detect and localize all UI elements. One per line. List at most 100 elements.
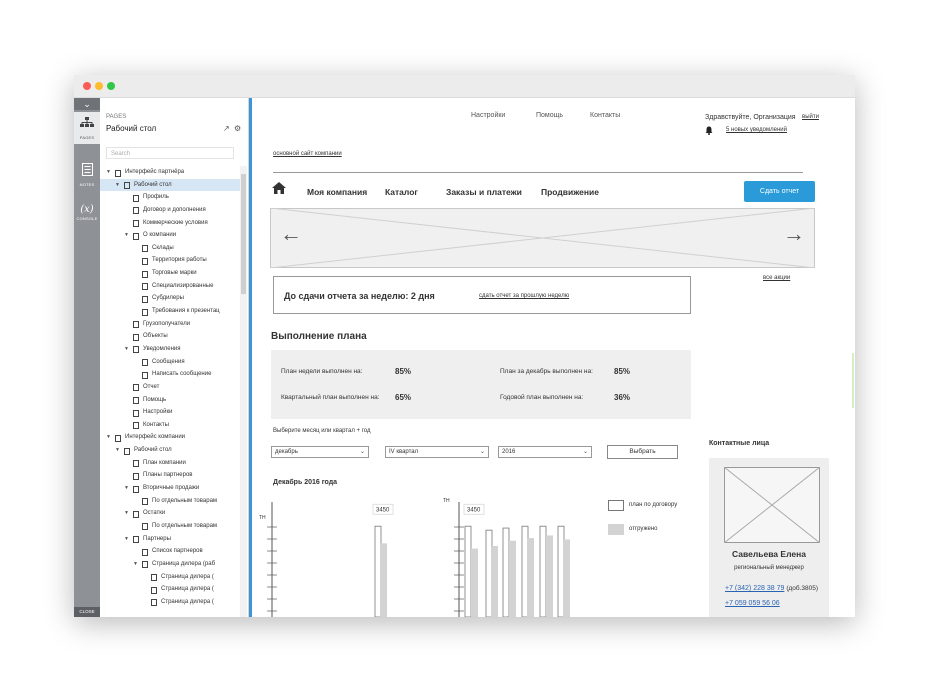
tree-item[interactable]: ▼ Уведомления [100,343,240,356]
tree-item[interactable]: ▼ Рабочий стол [100,178,240,192]
top-link-contacts[interactable]: Контакты [590,112,620,119]
tree-item[interactable]: Настройки [100,406,240,419]
tree-item[interactable]: По отдельным товарам [100,520,240,533]
tree-item[interactable]: Страница дилера ( [100,583,240,596]
contact-phone-2[interactable]: +7 059 059 56 06 [725,600,780,607]
settings-icon[interactable]: ⚙ [234,124,241,133]
tree-expand-arrow-icon[interactable]: ▼ [124,343,129,356]
contact-phone-1[interactable]: +7 (342) 228 38 79 (доб.3805) [725,585,818,592]
tree-item[interactable]: Написать сообщение [100,368,240,381]
tree-item-label: Грузополучатели [143,320,191,327]
page-doc-icon [124,182,130,190]
submit-report-button[interactable]: Сдать отчет [744,181,815,202]
carousel-prev-arrow-icon[interactable]: ← [280,221,302,247]
tree-item[interactable]: ▼ Рабочий стол [100,444,240,457]
tree-expand-arrow-icon[interactable]: ▼ [106,166,111,179]
tree-item[interactable]: ▼ Интерфейс партнёра [100,166,240,179]
tree-item[interactable]: Страница дилера ( [100,571,240,584]
submit-last-week-link[interactable]: сдать отчет за прошлую неделю [479,293,569,299]
choose-period-button[interactable]: Выбрать [607,445,678,459]
tree-item[interactable]: Склады [100,242,240,255]
tree-item[interactable]: Коммерческие условия [100,217,240,230]
plan-week-label: План недели выполнен на: [281,368,363,375]
company-site-link[interactable]: основной сайт компании [273,151,342,157]
tree-item[interactable]: Грузополучатели [100,318,240,331]
pages-tool[interactable]: PAGES [74,112,100,144]
close-panel-button[interactable]: CLOSE [74,607,100,617]
tree-item[interactable]: Отчет [100,381,240,394]
tree-item[interactable]: Сообщения [100,356,240,369]
console-tool[interactable]: (x) CONSOLE [74,202,100,230]
tree-item-label: Настройки [143,409,173,416]
tree-item[interactable]: Территория работы [100,254,240,267]
tree-item[interactable]: По отдельным товарам [100,495,240,508]
page-doc-icon [133,194,139,202]
month-select[interactable]: декабрь ⌄ [271,446,369,458]
contact-phone-1-number[interactable]: +7 (342) 228 38 79 [725,585,784,592]
export-icon[interactable]: ↗ [223,124,230,133]
tree-scrollbar-thumb[interactable] [241,174,246,294]
tree-scrollbar[interactable] [240,166,247,617]
tree-item[interactable]: ▼ Страница дилера (раб [100,558,240,571]
tree-item-label: По отдельным товарам [152,497,218,504]
page-doc-icon [124,447,130,455]
close-window-button[interactable] [83,82,91,90]
tree-item[interactable]: Объекты [100,330,240,343]
tree-item[interactable]: Страница дилера ( [100,596,240,609]
tree-item[interactable]: Помощь [100,394,240,407]
tree-item[interactable]: ▼ О компании [100,229,240,242]
top-link-help[interactable]: Помощь [536,112,563,119]
collapse-chevron-icon[interactable]: ⌄ [74,98,100,110]
tree-item[interactable]: ▼ Интерфейс компании [100,431,240,444]
tree-item[interactable]: Договор и дополнения [100,204,240,217]
tree-item[interactable]: Список партнеров [100,545,240,558]
tree-item[interactable]: ▼ Остатки [100,507,240,520]
tree-expand-arrow-icon[interactable]: ▼ [133,558,138,571]
tree-expand-arrow-icon[interactable]: ▼ [124,533,129,546]
tree-item[interactable]: Субдилеры [100,292,240,305]
shipped-bar [563,539,570,617]
page-doc-icon [151,599,157,607]
all-promotions-link[interactable]: все акции [763,275,790,281]
nav-my-company[interactable]: Моя компания [307,187,367,197]
page-search-input[interactable]: Search [106,147,234,159]
tree-item[interactable]: Контакты [100,419,240,432]
tree-item[interactable]: ▼ Вторичные продажи [100,482,240,495]
tree-item[interactable]: Профиль [100,191,240,204]
nav-promotion[interactable]: Продвижение [541,187,599,197]
tree-expand-arrow-icon[interactable]: ▼ [115,179,120,192]
tree-expand-arrow-icon[interactable]: ▼ [106,431,111,444]
carousel-next-arrow-icon[interactable]: → [783,221,805,247]
top-link-settings[interactable]: Настройки [471,112,505,119]
minimize-window-button[interactable] [95,82,103,90]
home-icon[interactable] [272,182,286,194]
logout-link[interactable]: выйти [802,114,819,120]
notifications-link[interactable]: 5 новых уведомлений [726,127,787,133]
tool-iconbar: ⌄ PAGES NOTES (x) CONSOLE CLOSE [74,98,100,617]
tree-item[interactable]: Специализированные [100,280,240,293]
maximize-window-button[interactable] [107,82,115,90]
bell-icon[interactable] [705,126,713,135]
tree-item[interactable]: План компании [100,457,240,470]
nav-catalog[interactable]: Каталог [385,187,418,197]
period-hint: Выберите месяц или квартал + год [273,428,371,434]
tree-item[interactable]: Требования к презентац [100,305,240,318]
year-select[interactable]: 2016 ⌄ [498,446,592,458]
contact-photo-placeholder [724,467,820,543]
chevron-down-icon: ⌄ [479,449,485,455]
nav-orders-payments[interactable]: Заказы и платежи [446,187,522,197]
tree-expand-arrow-icon[interactable]: ▼ [124,482,129,495]
pages-tool-label: PAGES [79,135,95,140]
notes-tool[interactable]: NOTES [74,160,100,188]
quarter-select[interactable]: IV квартал ⌄ [385,446,489,458]
tree-expand-arrow-icon[interactable]: ▼ [124,507,129,520]
contact-phone-2-number[interactable]: +7 059 059 56 06 [725,600,780,607]
tree-expand-arrow-icon[interactable]: ▼ [124,229,129,242]
tree-expand-arrow-icon[interactable]: ▼ [115,444,120,457]
tree-item-label: Отчет [143,383,160,390]
page-doc-icon [142,308,148,316]
tree-item[interactable]: Торговые марки [100,267,240,280]
tree-item[interactable]: ▼ Партнеры [100,533,240,546]
tree-item[interactable]: Планы партнеров [100,469,240,482]
page-doc-icon [142,270,148,278]
